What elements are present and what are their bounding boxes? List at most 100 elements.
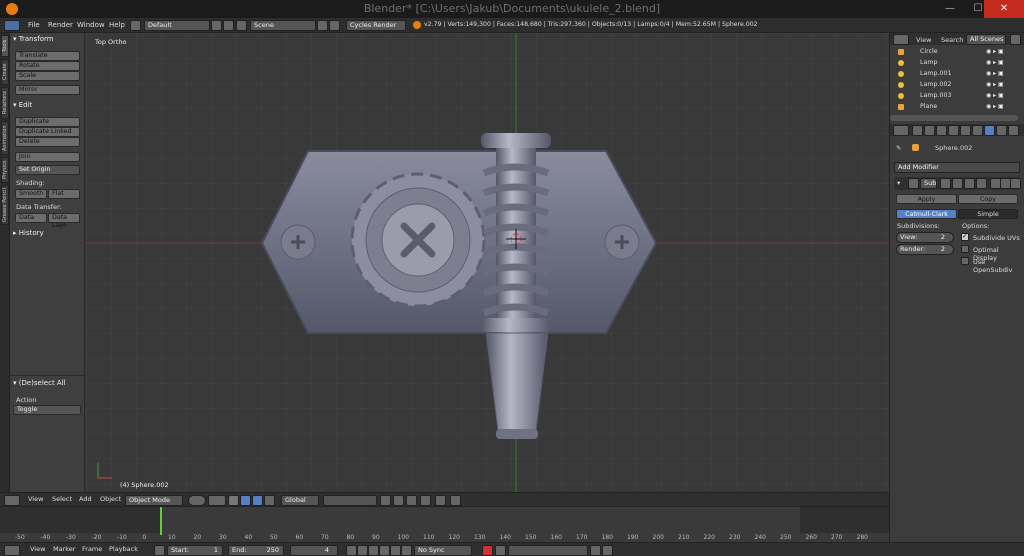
- visibility-icon[interactable]: ◉ ▸ ▣: [986, 70, 1004, 77]
- outliner-row[interactable]: Plane ◉ ▸ ▣: [890, 102, 1012, 113]
- transform-panel-header[interactable]: ▾ Transform: [13, 35, 54, 43]
- simple-button[interactable]: Simple: [958, 209, 1018, 219]
- tab-relations[interactable]: Relations: [1, 87, 9, 119]
- scene-tab-icon[interactable]: [936, 125, 947, 136]
- cage-icon[interactable]: [976, 178, 987, 189]
- menu-help[interactable]: Help: [109, 21, 125, 29]
- mode-select[interactable]: Object Mode: [125, 495, 183, 506]
- menu-view[interactable]: View: [30, 545, 45, 553]
- render-engine-select[interactable]: Cycles Render: [346, 20, 406, 31]
- editor-type-icon[interactable]: [4, 545, 20, 556]
- menu-marker[interactable]: Marker: [53, 545, 75, 553]
- render-icon[interactable]: [393, 495, 404, 506]
- keying-set-field[interactable]: [508, 545, 588, 556]
- tab-tools[interactable]: Tools: [1, 35, 9, 57]
- tab-animation[interactable]: Animation: [1, 121, 9, 155]
- snap-icon[interactable]: [406, 495, 417, 506]
- editor-type-icon[interactable]: [893, 34, 909, 45]
- minimize-button[interactable]: —: [936, 0, 964, 18]
- data-tab-icon[interactable]: [996, 125, 1007, 136]
- keying-icon[interactable]: [495, 545, 506, 556]
- menu-view[interactable]: View: [28, 495, 43, 503]
- display-mode-select[interactable]: All Scenes: [966, 34, 1006, 45]
- insert-key-icon[interactable]: [590, 545, 601, 556]
- apply-button[interactable]: Apply: [896, 194, 957, 204]
- render-levels-field[interactable]: Render: 2: [896, 244, 954, 255]
- remove-modifier-icon[interactable]: [1010, 178, 1021, 189]
- editor-type-icon[interactable]: [4, 495, 20, 506]
- add-layout-button[interactable]: [211, 20, 222, 31]
- tab-physics[interactable]: Physics: [1, 157, 9, 183]
- current-frame-marker[interactable]: [160, 507, 162, 535]
- editor-type-icon[interactable]: [4, 20, 20, 31]
- rotate-manip-icon[interactable]: [252, 495, 263, 506]
- scale-button[interactable]: Scale: [15, 71, 80, 81]
- outliner-row[interactable]: Lamp.002 ◉ ▸ ▣: [890, 80, 1012, 91]
- snap-type-icon[interactable]: [420, 495, 431, 506]
- translate-manip-icon[interactable]: [240, 495, 251, 506]
- layout-icon[interactable]: [130, 20, 141, 31]
- opengl-anim-icon[interactable]: [450, 495, 461, 506]
- layers-tab-icon[interactable]: [924, 125, 935, 136]
- visibility-icon[interactable]: ◉ ▸ ▣: [986, 81, 1004, 88]
- editor-type-icon[interactable]: [893, 125, 909, 136]
- constraints-tab-icon[interactable]: [972, 125, 983, 136]
- delete-key-icon[interactable]: [602, 545, 613, 556]
- shading-select[interactable]: [188, 495, 206, 506]
- copy-button[interactable]: Copy: [958, 194, 1018, 204]
- history-panel-header[interactable]: ▸ History: [13, 229, 44, 237]
- set-origin-select[interactable]: Set Origin: [15, 165, 80, 175]
- deselect-panel-header[interactable]: ▾ (De)select All: [13, 379, 66, 387]
- close-button[interactable]: ✕: [984, 0, 1024, 18]
- translate-button[interactable]: Translate: [15, 51, 80, 61]
- render-tab-icon[interactable]: [912, 125, 923, 136]
- editmode-icon[interactable]: [964, 178, 975, 189]
- outliner-row[interactable]: Lamp.001 ◉ ▸ ▣: [890, 69, 1012, 80]
- menu-view[interactable]: View: [916, 36, 931, 44]
- join-button[interactable]: Join: [15, 152, 80, 162]
- smooth-button[interactable]: Smooth: [15, 189, 47, 199]
- tab-create[interactable]: Create: [1, 59, 9, 85]
- menu-search[interactable]: Search: [941, 36, 963, 44]
- menu-select[interactable]: Select: [52, 495, 72, 503]
- mirror-button[interactable]: Mirror: [15, 85, 80, 95]
- menu-playback[interactable]: Playback: [109, 545, 138, 553]
- prev-keyframe-icon[interactable]: [357, 545, 368, 556]
- preview-range-icon[interactable]: [154, 545, 165, 556]
- play-reverse-icon[interactable]: [368, 545, 379, 556]
- layers-grid[interactable]: [323, 495, 377, 506]
- menu-add[interactable]: Add: [79, 495, 92, 503]
- subdivide-uvs-checkbox[interactable]: ✓: [961, 232, 969, 241]
- delete-button[interactable]: Delete: [15, 137, 80, 147]
- rotate-button[interactable]: Rotate: [15, 61, 80, 71]
- play-icon[interactable]: [379, 545, 390, 556]
- menu-object[interactable]: Object: [100, 495, 121, 503]
- tab-grease-pencil[interactable]: Grease Pencil: [1, 185, 9, 225]
- outliner-row[interactable]: Lamp ◉ ▸ ▣: [890, 58, 1012, 69]
- outliner-scrollbar[interactable]: [890, 115, 1018, 121]
- data-layout-button[interactable]: Data Layo: [48, 213, 80, 229]
- sync-select[interactable]: No Sync: [414, 545, 472, 556]
- edit-panel-header[interactable]: ▾ Edit: [13, 101, 32, 109]
- modifiers-tab-icon[interactable]: [984, 125, 995, 136]
- scene-select[interactable]: Scene: [250, 20, 316, 31]
- visibility-icon[interactable]: ◉ ▸ ▣: [986, 103, 1004, 110]
- next-keyframe-icon[interactable]: [390, 545, 401, 556]
- opengl-render-icon[interactable]: [435, 495, 446, 506]
- use-opensubdiv-checkbox[interactable]: [961, 257, 969, 265]
- filter-icon[interactable]: [1010, 34, 1021, 45]
- expand-icon[interactable]: ▾: [897, 179, 900, 187]
- end-frame-field[interactable]: End: 250: [228, 545, 284, 556]
- menu-file[interactable]: File: [28, 21, 40, 29]
- orientation-select[interactable]: Global: [281, 495, 319, 506]
- timeline[interactable]: -50 -40 -30 -20 -10 0 10 20 30 40 50 60 70 80 90 100 110…: [0, 506, 889, 542]
- outliner-row[interactable]: Lamp.003 ◉ ▸ ▣: [890, 91, 1012, 102]
- render-icon[interactable]: [952, 178, 963, 189]
- flat-button[interactable]: Flat: [48, 189, 80, 199]
- current-frame-field[interactable]: 4: [290, 545, 338, 556]
- scene-icon[interactable]: [236, 20, 247, 31]
- jump-start-icon[interactable]: [346, 545, 357, 556]
- duplicate-linked-button[interactable]: Duplicate Linked: [15, 127, 80, 137]
- visibility-icon[interactable]: ◉ ▸ ▣: [986, 92, 1004, 99]
- catmull-clark-button[interactable]: Catmull-Clark: [896, 209, 957, 219]
